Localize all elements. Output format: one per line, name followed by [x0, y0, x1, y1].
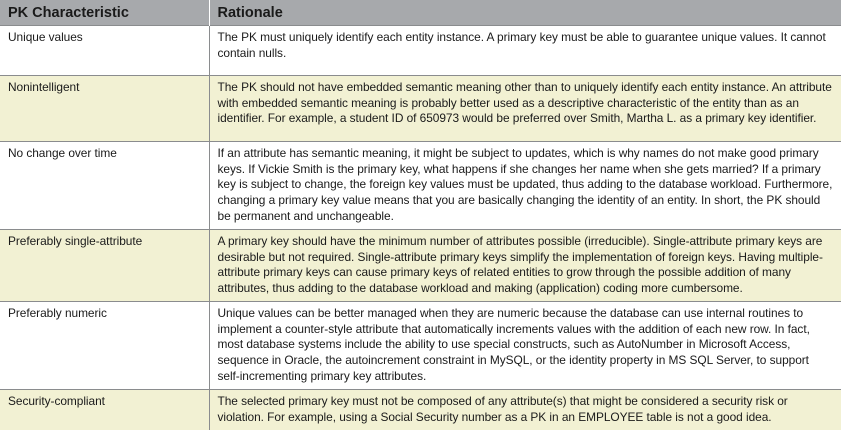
table-row: Preferably single-attribute A primary ke…: [0, 229, 841, 302]
header-pk-characteristic: PK Characteristic: [0, 0, 210, 26]
rationale-cell: A primary key should have the minimum nu…: [209, 229, 841, 302]
characteristic-cell: Unique values: [0, 25, 210, 76]
rationale-cell: The PK must uniquely identify each entit…: [209, 25, 841, 76]
table-row: Unique values The PK must uniquely ident…: [0, 25, 841, 76]
table-row: Nonintelligent The PK should not have em…: [0, 75, 841, 142]
rationale-cell: The selected primary key must not be com…: [209, 389, 841, 430]
table-row: Preferably numeric Unique values can be …: [0, 301, 841, 390]
characteristic-cell: No change over time: [0, 141, 210, 230]
table-row: Security-compliant The selected primary …: [0, 389, 841, 430]
header-rationale: Rationale: [209, 0, 841, 26]
table-row: No change over time If an attribute has …: [0, 141, 841, 230]
characteristic-cell: Security-compliant: [0, 389, 210, 430]
characteristic-cell: Preferably single-attribute: [0, 229, 210, 302]
rationale-cell: Unique values can be better managed when…: [209, 301, 841, 390]
pk-characteristics-table: PK Characteristic Rationale Unique value…: [0, 0, 841, 430]
rationale-cell: The PK should not have embedded semantic…: [209, 75, 841, 142]
characteristic-cell: Nonintelligent: [0, 75, 210, 142]
table-header-row: PK Characteristic Rationale: [0, 0, 841, 26]
characteristic-cell: Preferably numeric: [0, 301, 210, 390]
rationale-cell: If an attribute has semantic meaning, it…: [209, 141, 841, 230]
